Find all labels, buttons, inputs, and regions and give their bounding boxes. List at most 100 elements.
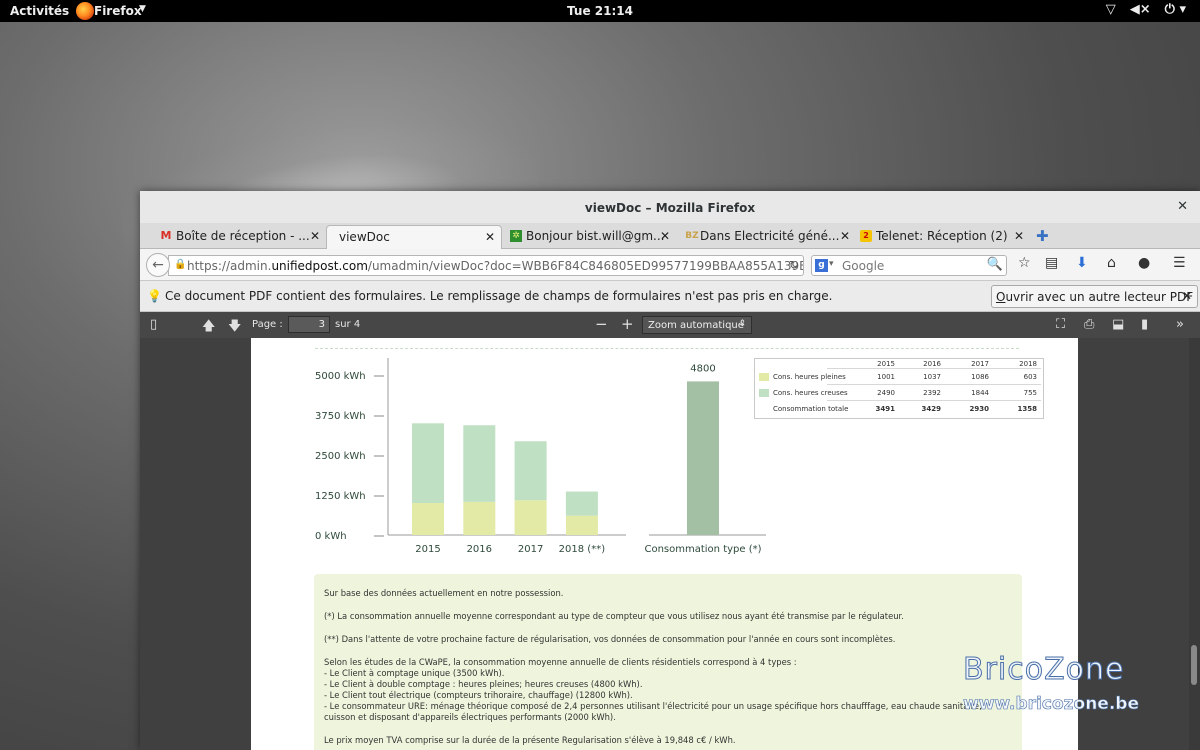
bricozone-watermark: BricoZone www.bricozone.be bbox=[962, 652, 1139, 715]
table-divider bbox=[827, 400, 1041, 401]
presentation-mode-icon[interactable]: ⛶ bbox=[1056, 317, 1065, 332]
y-tick-label: 3750 kWh bbox=[315, 411, 366, 422]
explanation-note-box: Sur base des données actuellement en not… bbox=[314, 574, 1022, 750]
notification-close-icon[interactable]: ✕ bbox=[1182, 289, 1192, 303]
window-close-icon[interactable]: ✕ bbox=[1177, 199, 1188, 214]
search-magnifier-icon[interactable]: 🔍 bbox=[987, 257, 1003, 272]
zoom-select[interactable]: Zoom automatique ⇕ bbox=[642, 316, 752, 334]
reading-list-icon[interactable]: ▤ bbox=[1045, 255, 1058, 271]
new-tab-plus-icon[interactable]: ✚ bbox=[1036, 227, 1049, 245]
tab-bonjour[interactable]: ✲ Bonjour bist.will@gm... ✕ bbox=[506, 225, 676, 249]
table-cell: 1001 bbox=[877, 373, 895, 381]
wifi-icon[interactable]: ▽ bbox=[1106, 2, 1116, 17]
navigation-toolbar: 🔒 https://admin.unifiedpost.com/umadmin/… bbox=[140, 249, 1200, 281]
table-cell: 1037 bbox=[923, 373, 941, 381]
lock-icon: 🔒 bbox=[174, 259, 187, 270]
tab-gmail[interactable]: M Boîte de réception - ... ✕ bbox=[156, 225, 326, 249]
tab-close-icon[interactable]: ✕ bbox=[1014, 229, 1024, 243]
note-line: cuisson et disposant d'appareils électri… bbox=[324, 712, 616, 722]
pdf-scrollbar-thumb[interactable] bbox=[1191, 645, 1197, 685]
bar-heures-pleines bbox=[463, 501, 496, 535]
year-header: 2017 bbox=[971, 360, 989, 368]
sidebar-toggle-icon[interactable]: ▯ bbox=[150, 317, 157, 332]
download-icon[interactable]: ⬓ bbox=[1112, 317, 1124, 332]
bar-consommation-type bbox=[687, 381, 719, 535]
tab-telenet[interactable]: 2 Telenet: Réception (2) ✕ bbox=[856, 225, 1030, 249]
tab-bricozone[interactable]: BZ Dans Electricité géné... ✕ bbox=[680, 225, 856, 249]
pdf-toolbar: ▯ 🡅 🡇 Page : 3 sur 4 − + Zoom automatiqu… bbox=[140, 312, 1200, 338]
url-prefix: https://admin. bbox=[187, 259, 272, 273]
table-cell: 2490 bbox=[877, 389, 895, 397]
hamburger-menu-icon[interactable]: ☰ bbox=[1173, 255, 1186, 271]
reload-icon[interactable]: ↻ bbox=[789, 258, 799, 272]
pdf-scrollbar[interactable] bbox=[1189, 338, 1200, 750]
legend-label: Cons. heures pleines bbox=[773, 373, 846, 381]
table-cell-total: 3429 bbox=[921, 405, 941, 413]
downloads-arrow-icon[interactable]: ⬇ bbox=[1076, 255, 1088, 271]
table-cell: 2392 bbox=[923, 389, 941, 397]
tab-label: viewDoc bbox=[339, 230, 390, 244]
y-tick-label: 1250 kWh bbox=[315, 491, 366, 502]
open-with-other-reader-button[interactable]: Ouvrir avec un autre lecteur PDF bbox=[991, 285, 1199, 308]
chat-bubble-icon[interactable]: ● bbox=[1138, 255, 1150, 271]
page-number-input[interactable]: 3 bbox=[288, 316, 330, 333]
bar-heures-pleines bbox=[412, 502, 444, 535]
x-tick-label: 2015 bbox=[415, 544, 440, 555]
table-divider bbox=[827, 368, 1041, 369]
x-tick-label: 2018 (**) bbox=[559, 544, 606, 555]
tab-close-icon[interactable]: ✕ bbox=[660, 229, 670, 243]
table-cell: 603 bbox=[1023, 373, 1037, 381]
print-icon[interactable]: ⎙ bbox=[1084, 317, 1094, 332]
watermark-title: BricoZone bbox=[962, 652, 1125, 688]
volume-mute-icon[interactable]: ◀× bbox=[1130, 2, 1151, 17]
clock[interactable]: Tue 21:14 bbox=[0, 4, 1200, 18]
lightbulb-icon: 💡 bbox=[147, 289, 162, 303]
url-domain: unifiedpost.com bbox=[271, 259, 368, 273]
url-bar[interactable]: 🔒 https://admin.unifiedpost.com/umadmin/… bbox=[168, 255, 804, 276]
legend-swatch-heures-creuses bbox=[759, 389, 769, 397]
search-engine-dropdown-icon[interactable]: ▾ bbox=[829, 259, 834, 269]
bar-heures-creuses bbox=[463, 425, 496, 502]
notification-message: Ce document PDF contient des formulaires… bbox=[165, 289, 833, 303]
bonjour-icon: ✲ bbox=[510, 230, 522, 242]
search-bar[interactable]: g ▾ Google 🔍 bbox=[811, 255, 1007, 276]
zoom-out-icon[interactable]: − bbox=[595, 315, 608, 333]
pdf-page: 5000 kWh 3750 kWh 2500 kWh 1250 kWh 0 kWh 201… bbox=[251, 338, 1078, 750]
bookmark-star-icon[interactable]: ☆ bbox=[1018, 255, 1031, 271]
bar-heures-creuses bbox=[565, 491, 598, 516]
window-titlebar: viewDoc – Mozilla Firefox ✕ bbox=[140, 191, 1200, 223]
x-tick-label: Consommation type (*) bbox=[644, 544, 761, 555]
x-tick-label: 2017 bbox=[518, 544, 543, 555]
tab-label: Boîte de réception - ... bbox=[176, 229, 310, 243]
legend-label: Consommation totale bbox=[773, 405, 849, 413]
tab-label: Dans Electricité géné... bbox=[700, 229, 840, 243]
year-header: 2015 bbox=[877, 360, 895, 368]
telenet-icon: 2 bbox=[860, 230, 872, 242]
back-button[interactable]: ← bbox=[146, 253, 170, 277]
tab-close-icon[interactable]: ✕ bbox=[485, 230, 495, 244]
tab-viewdoc[interactable]: viewDoc ✕ bbox=[326, 225, 502, 249]
previous-page-icon[interactable]: 🡅 bbox=[202, 317, 215, 339]
url-path: /umadmin/viewDoc?doc=WBB6F84C846805ED995… bbox=[367, 259, 804, 273]
note-paragraph: (**) Dans l'attente de votre prochaine f… bbox=[324, 634, 896, 644]
tab-strip: M Boîte de réception - ... ✕ viewDoc ✕ ✲… bbox=[140, 223, 1200, 249]
zoom-in-icon[interactable]: + bbox=[621, 315, 634, 333]
table-cell-total: 3491 bbox=[875, 405, 895, 413]
tab-label: Bonjour bist.will@gm... bbox=[526, 229, 665, 243]
tab-close-icon[interactable]: ✕ bbox=[840, 229, 850, 243]
note-paragraph: (*) La consommation annuelle moyenne cor… bbox=[324, 611, 904, 621]
window-title: viewDoc – Mozilla Firefox bbox=[584, 201, 756, 215]
tab-close-icon[interactable]: ✕ bbox=[310, 229, 320, 243]
bookmark-icon[interactable]: ▮ bbox=[1141, 317, 1148, 332]
power-icon[interactable]: ⏻ ▾ bbox=[1165, 2, 1186, 17]
page-total: sur 4 bbox=[335, 319, 361, 330]
next-page-icon[interactable]: 🡇 bbox=[228, 317, 241, 339]
year-header: 2018 bbox=[1019, 360, 1037, 368]
google-engine-icon[interactable]: g bbox=[815, 259, 828, 272]
legend-label: Cons. heures creuses bbox=[773, 389, 848, 397]
search-input[interactable]: Google bbox=[842, 259, 884, 273]
zoom-select-arrows-icon: ⇕ bbox=[738, 319, 746, 329]
home-icon[interactable]: ⌂ bbox=[1107, 255, 1116, 271]
tools-chevron-icon[interactable]: » bbox=[1176, 317, 1184, 332]
pdf-viewer-area[interactable]: 5000 kWh 3750 kWh 2500 kWh 1250 kWh 0 kWh 201… bbox=[140, 338, 1200, 750]
